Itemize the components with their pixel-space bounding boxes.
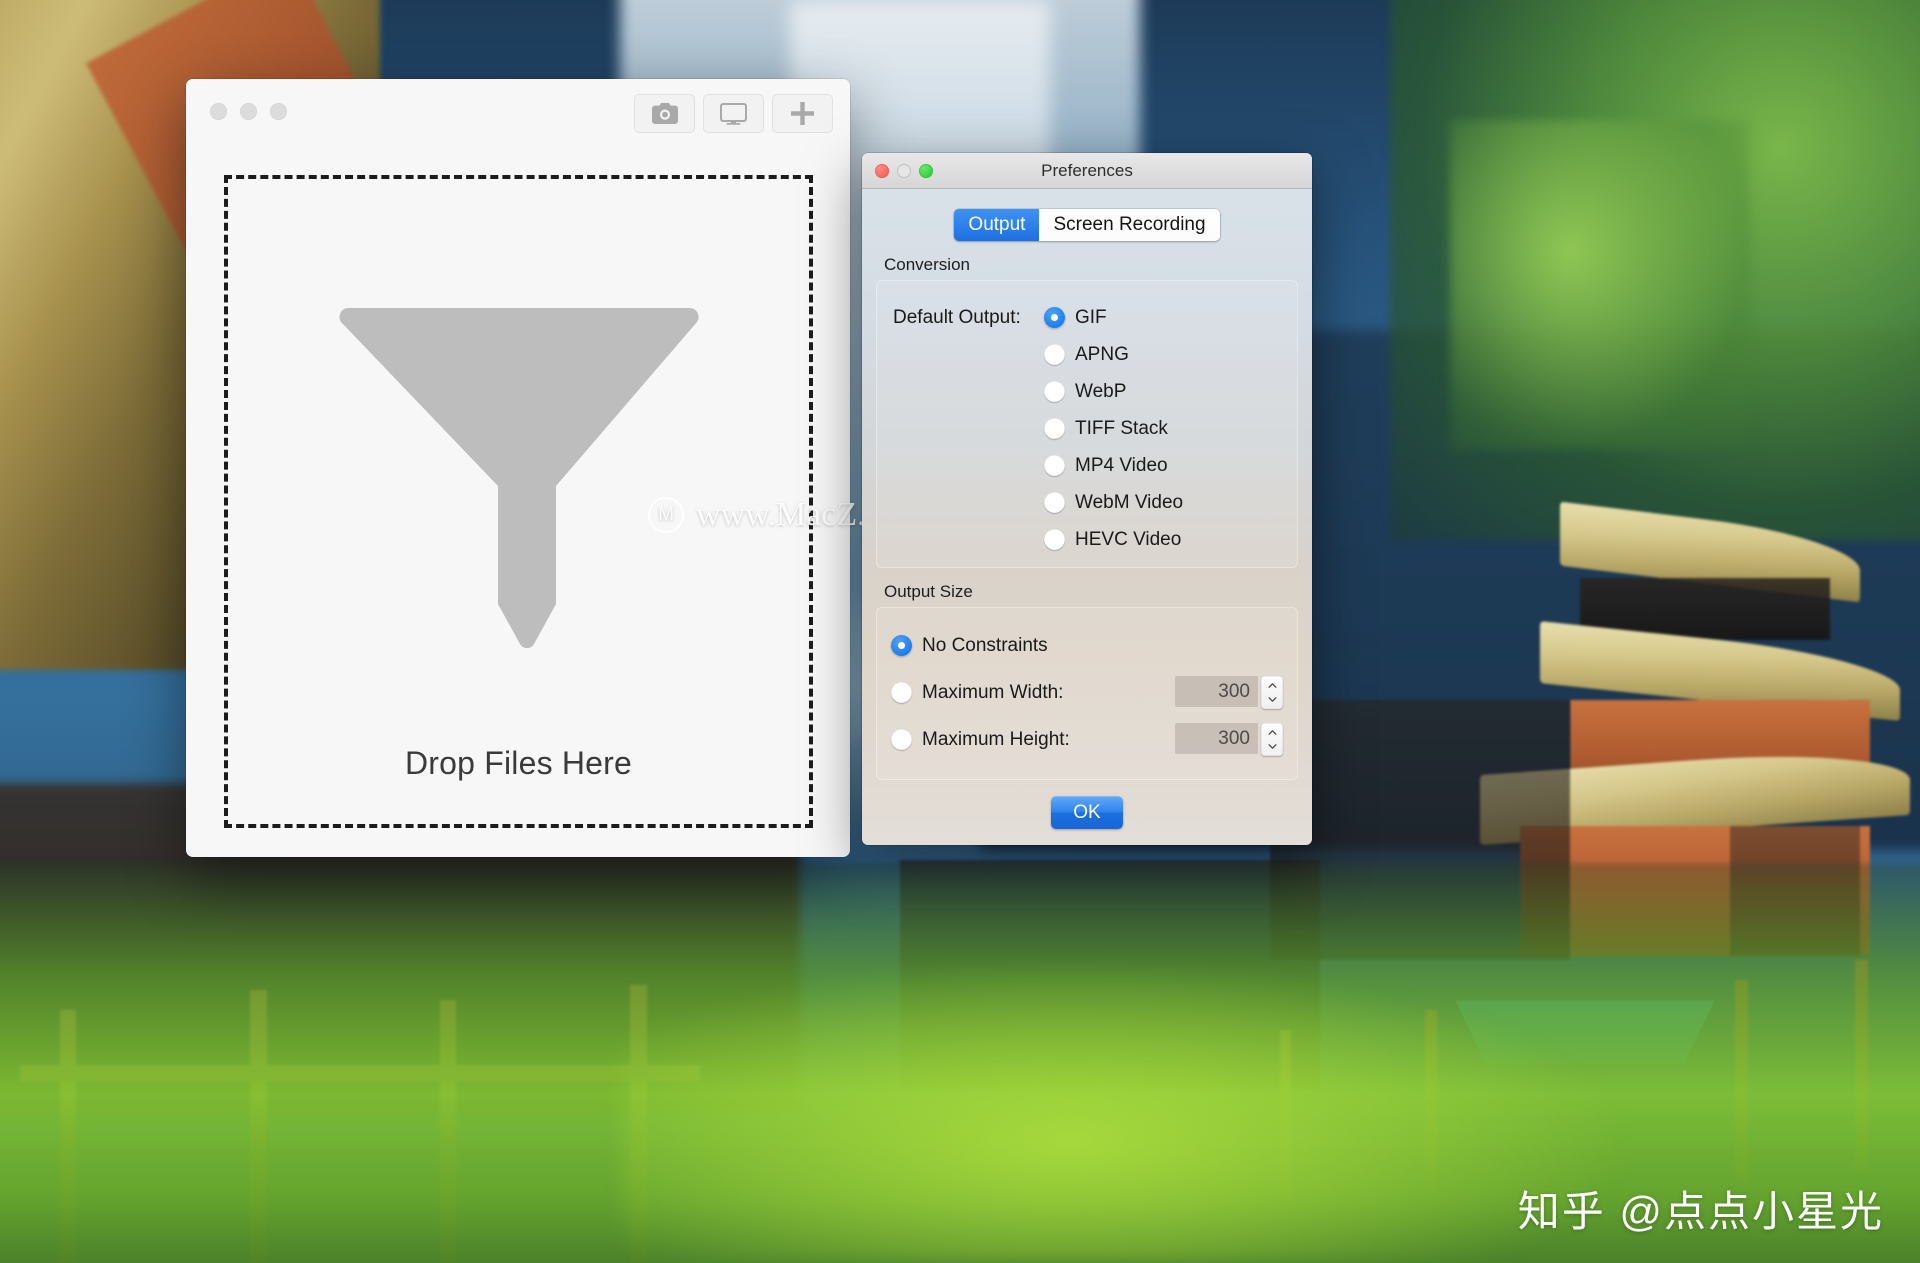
radio-mp4-video[interactable] bbox=[1044, 455, 1065, 476]
radio-label-hevc-video: HEVC Video bbox=[1075, 528, 1182, 550]
preferences-body: Output Screen Recording Conversion Defau… bbox=[862, 189, 1312, 845]
radio-maximum-width[interactable] bbox=[891, 682, 912, 703]
app-minimize-button[interactable] bbox=[240, 103, 257, 120]
background-right-foliage-2 bbox=[1450, 120, 1750, 450]
option-row-tiff-stack: TIFF Stack bbox=[1044, 410, 1281, 447]
funnel-icon-wrapper bbox=[338, 304, 700, 659]
display-icon bbox=[720, 102, 747, 125]
radio-label-apng: APNG bbox=[1075, 343, 1129, 365]
preferences-close-button[interactable] bbox=[875, 164, 889, 178]
app-toolbar bbox=[634, 94, 833, 133]
option-row-maximum-height: Maximum Height: bbox=[891, 716, 1283, 763]
preferences-zoom-button[interactable] bbox=[919, 164, 933, 178]
maximum-width-field-group bbox=[1175, 676, 1283, 709]
output-size-group-title: Output Size bbox=[884, 582, 973, 601]
preferences-minimize-button[interactable] bbox=[897, 164, 911, 178]
conversion-group-title: Conversion bbox=[884, 255, 970, 274]
option-row-webm-video: WebM Video bbox=[1044, 484, 1281, 521]
default-output-label: Default Output: bbox=[893, 306, 1021, 328]
radio-no-constraints[interactable] bbox=[891, 635, 912, 656]
chevron-up-icon bbox=[1267, 683, 1276, 689]
label-no-constraints: No Constraints bbox=[922, 634, 1048, 656]
default-output-row: Default Output: GIF bbox=[893, 299, 1281, 336]
background-hut-upper bbox=[1560, 501, 1890, 640]
option-row-maximum-width: Maximum Width: bbox=[891, 669, 1283, 716]
tab-screen-recording[interactable]: Screen Recording bbox=[1039, 209, 1220, 241]
chevron-up-icon bbox=[1267, 730, 1276, 736]
dropzone-label: Drop Files Here bbox=[404, 745, 633, 781]
maximum-height-stepper[interactable] bbox=[1261, 723, 1283, 756]
maximum-width-input[interactable] bbox=[1175, 676, 1258, 707]
conversion-group-box: Default Output: GIF APNG WebP TIFF Stack… bbox=[876, 280, 1298, 568]
preferences-titlebar[interactable]: Preferences bbox=[862, 153, 1312, 189]
option-row-mp4-video: MP4 Video bbox=[1044, 447, 1281, 484]
main-app-window[interactable]: Drop Files Here bbox=[186, 79, 850, 857]
label-maximum-height: Maximum Height: bbox=[922, 728, 1070, 750]
tab-output[interactable]: Output bbox=[954, 209, 1040, 241]
funnel-icon bbox=[338, 308, 699, 649]
app-titlebar bbox=[186, 79, 850, 144]
record-screen-button[interactable] bbox=[703, 94, 764, 133]
camera-icon bbox=[651, 103, 678, 124]
add-button[interactable] bbox=[772, 94, 833, 133]
output-size-group-box: No Constraints Maximum Width: 300 Maximu… bbox=[876, 607, 1298, 780]
plus-icon bbox=[791, 102, 814, 125]
maximum-height-input[interactable] bbox=[1175, 723, 1258, 754]
chevron-down-icon bbox=[1267, 696, 1276, 702]
preferences-button-bar: OK bbox=[862, 796, 1312, 829]
preferences-window[interactable]: Preferences Output Screen Recording Conv… bbox=[862, 153, 1312, 845]
option-row-webp: WebP bbox=[1044, 373, 1281, 410]
radio-webm-video[interactable] bbox=[1044, 492, 1065, 513]
radio-label-webp: WebP bbox=[1075, 380, 1127, 402]
radio-tiff-stack[interactable] bbox=[1044, 418, 1065, 439]
maximum-height-field-group bbox=[1175, 723, 1283, 756]
preferences-traffic-lights bbox=[875, 164, 933, 178]
radio-label-gif: GIF bbox=[1075, 306, 1107, 328]
preferences-tabbar: Output Screen Recording bbox=[876, 189, 1298, 241]
background-grass-highlight bbox=[620, 963, 1620, 1263]
radio-gif[interactable] bbox=[1044, 307, 1065, 328]
option-row-apng: APNG bbox=[1044, 336, 1281, 373]
segmented-control: Output Screen Recording bbox=[954, 209, 1220, 241]
option-row-hevc-video: HEVC Video bbox=[1044, 521, 1281, 558]
ok-button[interactable]: OK bbox=[1051, 796, 1123, 829]
maximum-width-stepper[interactable] bbox=[1261, 676, 1283, 709]
radio-maximum-height[interactable] bbox=[891, 729, 912, 750]
radio-hevc-video[interactable] bbox=[1044, 529, 1065, 550]
radio-label-webm-video: WebM Video bbox=[1075, 491, 1184, 513]
radio-label-mp4-video: MP4 Video bbox=[1075, 454, 1168, 476]
app-zoom-button[interactable] bbox=[270, 103, 287, 120]
file-dropzone[interactable]: Drop Files Here bbox=[224, 175, 813, 828]
desktop-background: Drop Files Here M www.MacZ.com Preferenc… bbox=[0, 0, 1920, 1263]
capture-screenshot-button[interactable] bbox=[634, 94, 695, 133]
chevron-down-icon bbox=[1267, 743, 1276, 749]
app-close-button[interactable] bbox=[210, 103, 227, 120]
radio-apng[interactable] bbox=[1044, 344, 1065, 365]
radio-label-tiff-stack: TIFF Stack bbox=[1075, 417, 1168, 439]
app-traffic-lights bbox=[210, 103, 287, 120]
radio-webp[interactable] bbox=[1044, 381, 1065, 402]
conversion-group: Conversion Default Output: GIF APNG WebP bbox=[876, 255, 1298, 568]
label-maximum-width: Maximum Width: bbox=[922, 681, 1064, 703]
output-size-group: Output Size No Constraints Maximum Width… bbox=[876, 582, 1298, 780]
option-row-no-constraints: No Constraints bbox=[891, 622, 1283, 669]
